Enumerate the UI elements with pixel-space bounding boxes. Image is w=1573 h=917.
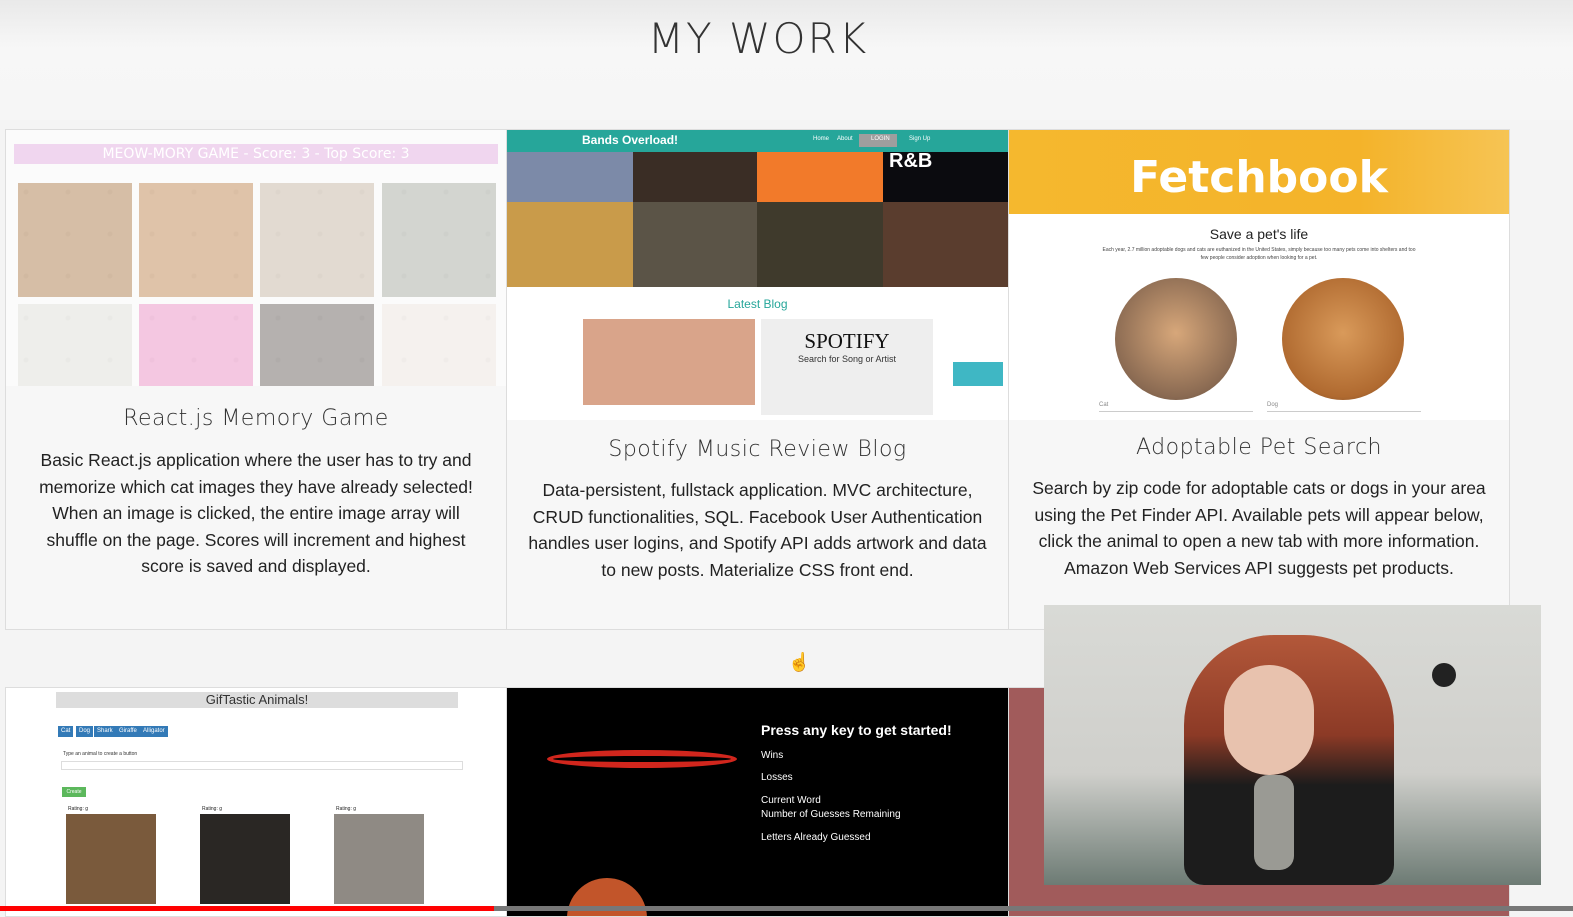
nav-login: LOGIN bbox=[871, 136, 890, 142]
animal-button: Shark bbox=[94, 726, 116, 737]
animal-gif bbox=[334, 814, 424, 904]
animal-gif bbox=[200, 814, 290, 904]
project-card-spotify-blog[interactable]: Bands Overload! Home About LOGIN Sign Up… bbox=[506, 129, 1009, 630]
cat-tile bbox=[260, 304, 374, 386]
cat-tile bbox=[139, 304, 253, 386]
create-hint: Type an animal to create a button bbox=[63, 751, 138, 757]
page-title: MY WORK bbox=[647, 14, 869, 63]
fetchbook-logo: Fetchbook bbox=[1130, 152, 1388, 203]
spotify-subtitle: Search for Song or Artist bbox=[797, 354, 897, 364]
current-word-label: Current Word bbox=[761, 795, 821, 806]
wall-lamp bbox=[1432, 663, 1456, 687]
guesses-remaining-label: Number of Guesses Remaining bbox=[761, 809, 901, 820]
dog-photo bbox=[1282, 278, 1404, 400]
rating-label: Rating: g bbox=[202, 806, 223, 812]
album-art bbox=[757, 202, 883, 287]
site-navbar: Bands Overload! Home About LOGIN Sign Up bbox=[507, 130, 1008, 152]
project-card-pet-search[interactable]: Fetchbook Save a pet's life Each year, 2… bbox=[1008, 129, 1510, 630]
intro-text: Each year, 2.7 million adoptable dogs an… bbox=[1102, 247, 1416, 261]
wins-label: Wins bbox=[761, 750, 784, 761]
create-button: Create bbox=[62, 787, 86, 797]
site-brand: Bands Overload! bbox=[582, 133, 679, 147]
album-art bbox=[507, 152, 633, 202]
blog-photo bbox=[583, 319, 755, 405]
genre-label: R&B bbox=[889, 150, 933, 172]
animal-input bbox=[61, 761, 463, 770]
spotify-blog-screenshot: Bands Overload! Home About LOGIN Sign Up… bbox=[507, 130, 1008, 420]
spotify-title: SPOTIFY bbox=[804, 329, 890, 353]
fetchbook-banner: Fetchbook bbox=[1009, 130, 1509, 214]
webcam-overlay bbox=[1044, 605, 1541, 885]
animal-button: Cat bbox=[58, 726, 74, 737]
cat-photo bbox=[1115, 278, 1237, 400]
latest-blog-heading: Latest Blog bbox=[727, 297, 788, 311]
project-card-memory-game[interactable]: MEOW-MORY GAME - Score: 3 - Top Score: 3… bbox=[5, 129, 507, 630]
video-progress-played bbox=[0, 906, 494, 911]
nav-home: Home bbox=[813, 136, 830, 142]
rating-label: Rating: g bbox=[68, 806, 89, 812]
cat-select: Cat bbox=[1099, 402, 1253, 412]
animal-button: Dog bbox=[76, 726, 94, 737]
basketball bbox=[567, 878, 647, 916]
animal-button: Giraffe bbox=[116, 726, 140, 737]
memory-game-screenshot: MEOW-MORY GAME - Score: 3 - Top Score: 3 bbox=[6, 130, 506, 386]
animal-button: Alligator bbox=[140, 726, 168, 737]
cat-tile bbox=[139, 183, 253, 297]
album-art bbox=[507, 202, 633, 287]
cat-tile bbox=[382, 183, 496, 297]
save-pet-heading: Save a pet's life bbox=[1209, 226, 1309, 242]
project-title: React.js Memory Game bbox=[123, 406, 389, 431]
animal-gif bbox=[66, 814, 156, 904]
project-card-giftastic[interactable]: GifTastic Animals! Cat Dog Shark Giraffe… bbox=[5, 687, 507, 917]
album-art bbox=[633, 152, 757, 202]
spotify-search-card: SPOTIFY Search for Song or Artist bbox=[761, 319, 933, 415]
project-card-word-guess[interactable]: Press any key to get started! Wins Losse… bbox=[506, 687, 1009, 917]
memory-game-score-bar: MEOW-MORY GAME - Score: 3 - Top Score: 3 bbox=[14, 144, 498, 164]
album-art bbox=[633, 202, 757, 287]
basketball-hoop bbox=[547, 750, 737, 768]
cat-tile bbox=[260, 183, 374, 297]
album-art bbox=[757, 152, 883, 202]
presenter-face bbox=[1224, 665, 1314, 775]
project-description: Basic React.js application where the use… bbox=[39, 450, 473, 576]
rating-label: Rating: g bbox=[336, 806, 357, 812]
cat-tile bbox=[18, 304, 132, 386]
dog-select: Dog bbox=[1267, 402, 1421, 412]
album-art bbox=[883, 202, 1008, 287]
blog-thumbnail bbox=[953, 362, 1003, 386]
pointer-hand-icon: ☝ bbox=[788, 652, 811, 672]
project-title: Adoptable Pet Search bbox=[1136, 435, 1382, 460]
letters-guessed-label: Letters Already Guessed bbox=[761, 832, 871, 843]
giftastic-title: GifTastic Animals! bbox=[56, 692, 458, 708]
nav-signup: Sign Up bbox=[909, 136, 931, 142]
microphone bbox=[1254, 775, 1294, 870]
cat-tile bbox=[18, 183, 132, 297]
game-prompt: Press any key to get started! bbox=[761, 722, 952, 738]
losses-label: Losses bbox=[761, 772, 793, 783]
project-description: Search by zip code for adoptable cats or… bbox=[1032, 478, 1486, 578]
pet-search-screenshot: Fetchbook Save a pet's life Each year, 2… bbox=[1009, 130, 1509, 420]
nav-about: About bbox=[837, 136, 853, 142]
project-description: Data-persistent, fullstack application. … bbox=[528, 480, 987, 580]
cat-tile bbox=[382, 304, 496, 386]
project-title: Spotify Music Review Blog bbox=[608, 437, 907, 462]
